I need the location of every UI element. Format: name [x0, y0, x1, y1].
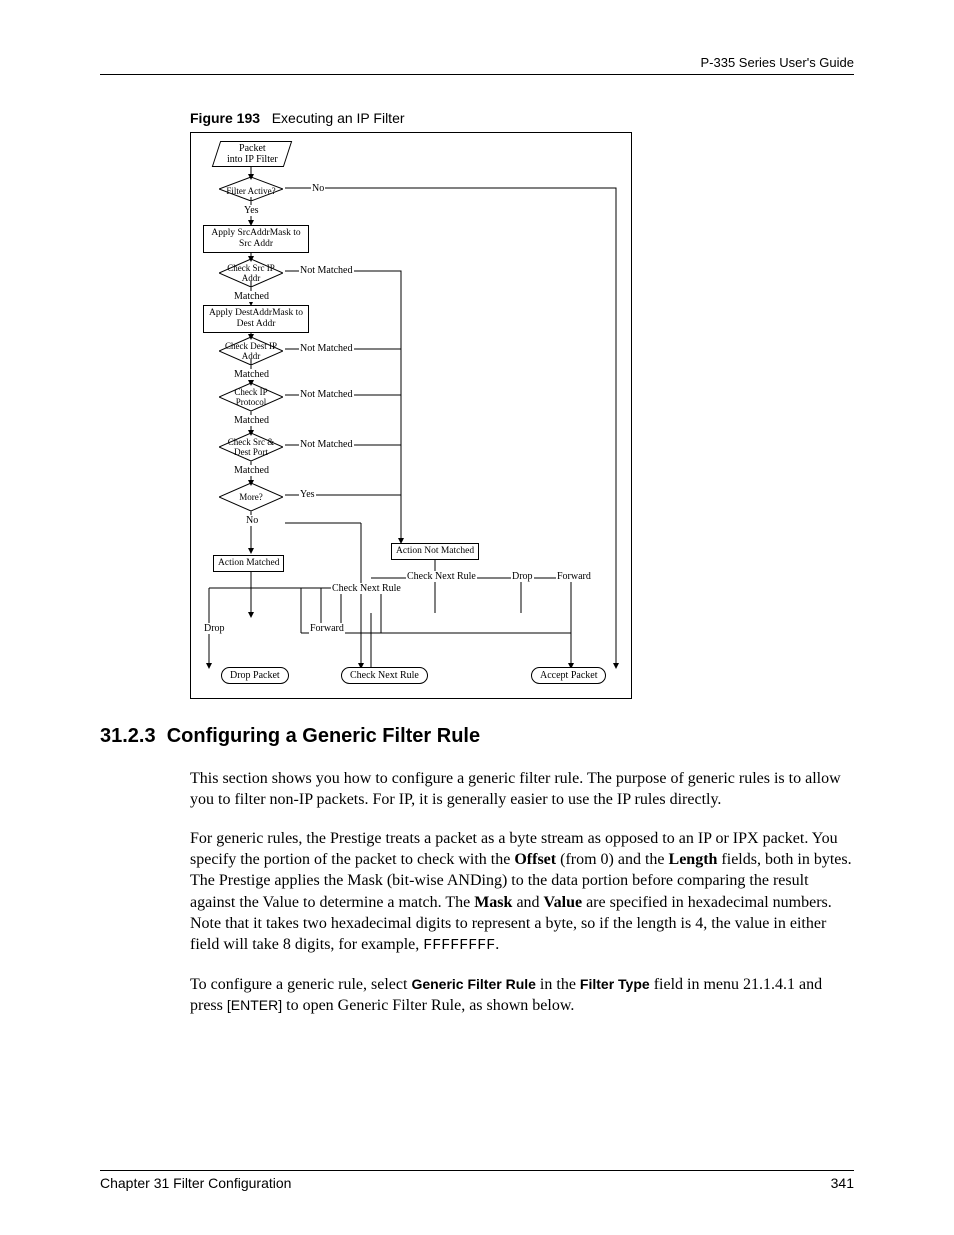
footer-page-number: 341 — [831, 1175, 854, 1191]
flowchart-label: Not Matched — [299, 439, 354, 450]
flowchart-action-not-matched: Action Not Matched — [391, 543, 479, 560]
paragraph-3: To configure a generic rule, select Gene… — [190, 974, 854, 1016]
flowchart-terminator-check: Check Next Rule — [341, 667, 428, 684]
text-run: This section shows you how to configure … — [190, 770, 841, 808]
flowchart-label: Drop — [203, 623, 226, 634]
text-run: (from 0) and the — [556, 851, 668, 868]
flowchart-label: Forward — [309, 623, 345, 634]
text-sans: [ENTER] — [227, 997, 282, 1013]
flowchart-figure: Packet into IP Filter Filter Active? No … — [190, 132, 632, 699]
text-bold: Offset — [514, 851, 556, 868]
page-footer: Chapter 31 Filter Configuration 341 — [100, 1170, 854, 1191]
flowchart-label: Not Matched — [299, 389, 354, 400]
flowchart-label-no: No — [311, 183, 325, 194]
flowchart-terminator-accept: Accept Packet — [531, 667, 606, 684]
document-page: P-335 Series User's Guide Figure 193 Exe… — [0, 0, 954, 1235]
paragraph-1: This section shows you how to configure … — [190, 768, 854, 810]
flowchart-label: Not Matched — [299, 265, 354, 276]
flowchart-label: Check Next Rule — [331, 583, 402, 594]
flowchart-label: No — [245, 515, 259, 526]
flowchart-label: Check Next Rule — [406, 571, 477, 582]
page-header: P-335 Series User's Guide — [100, 55, 854, 75]
flowchart-apply-srcmask: Apply SrcAddrMask to Src Addr — [203, 225, 309, 253]
flowchart-label: Not Matched — [299, 343, 354, 354]
flowchart-check-ports: Check Src & Dest Port — [219, 433, 283, 461]
flowchart-check-protocol: Check IP Protocol — [219, 383, 283, 411]
flowchart-check-dest: Check Dest IP Addr — [219, 337, 283, 365]
flowchart-label: Matched — [233, 369, 270, 380]
text-run: . — [495, 936, 499, 953]
flowchart-action-matched: Action Matched — [213, 555, 284, 572]
flowchart-label: Forward — [556, 571, 592, 582]
text-mono: FFFFFFFF — [423, 937, 495, 954]
figure-number: Figure 193 — [190, 110, 260, 126]
flowchart-label-yes: Yes — [243, 205, 260, 216]
section-title: Configuring a Generic Filter Rule — [167, 725, 480, 747]
flowchart-label: Matched — [233, 415, 270, 426]
text-bold: Value — [544, 894, 583, 911]
flowchart-check-src: Check Src IP Addr — [219, 259, 283, 287]
flowchart-label: Yes — [299, 489, 316, 500]
text-sans-bold: Filter Type — [580, 976, 650, 992]
text-run: and — [512, 894, 543, 911]
section-heading: 31.2.3 Configuring a Generic Filter Rule — [100, 725, 854, 748]
flowchart-check-more: More? — [219, 483, 283, 511]
header-text: P-335 Series User's Guide — [100, 55, 854, 70]
text-run: in the — [536, 976, 580, 993]
flowchart-start: Packet into IP Filter — [212, 141, 292, 167]
figure-title: Executing an IP Filter — [272, 110, 405, 126]
flowchart-label: Matched — [233, 465, 270, 476]
flowchart-apply-destmask: Apply DestAddrMask to Dest Addr — [203, 305, 309, 333]
flowchart-terminator-drop: Drop Packet — [221, 667, 289, 684]
text-sans-bold: Generic Filter Rule — [411, 976, 535, 992]
text-bold: Mask — [474, 894, 512, 911]
flowchart-label: Drop — [511, 571, 534, 582]
footer-chapter: Chapter 31 Filter Configuration — [100, 1175, 291, 1191]
text-run: to open Generic Filter Rule, as shown be… — [282, 997, 574, 1014]
text-bold: Length — [669, 851, 718, 868]
section-number: 31.2.3 — [100, 725, 156, 747]
figure-caption: Figure 193 Executing an IP Filter — [190, 110, 854, 126]
paragraph-2: For generic rules, the Prestige treats a… — [190, 828, 854, 955]
flowchart-decision-active: Filter Active? — [219, 177, 283, 205]
text-run: To configure a generic rule, select — [190, 976, 411, 993]
flowchart-label: Matched — [233, 291, 270, 302]
